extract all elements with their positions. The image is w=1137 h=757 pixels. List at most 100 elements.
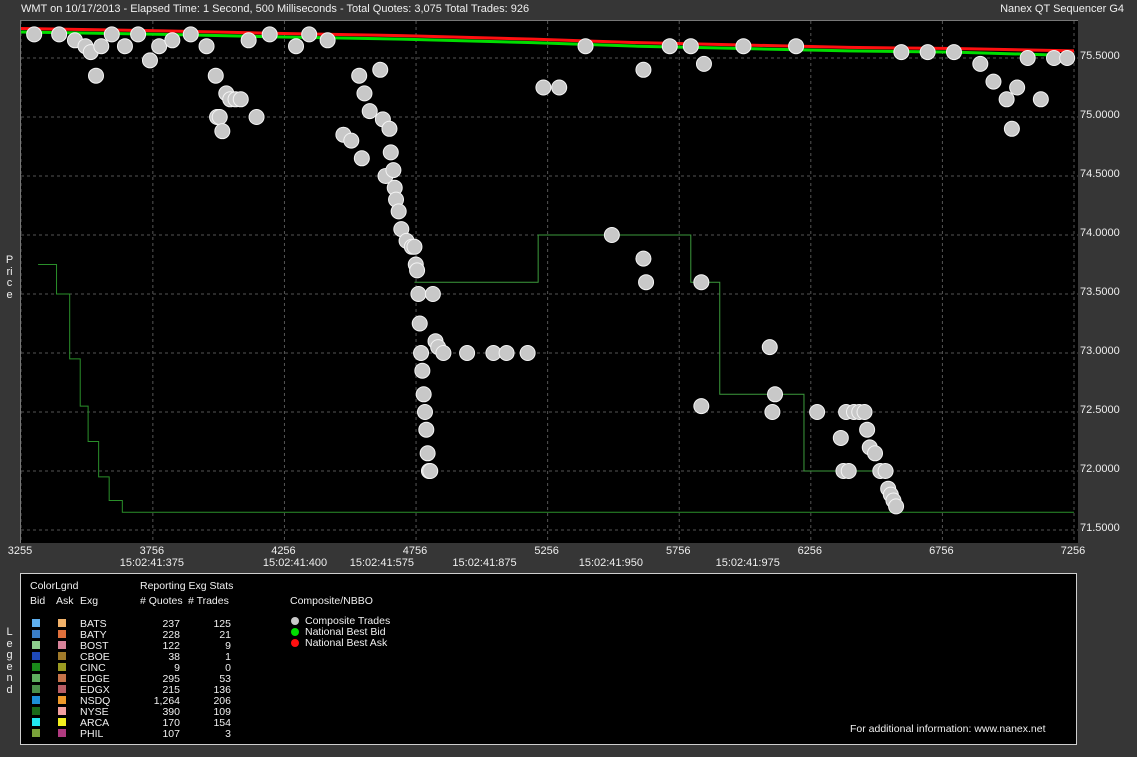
trade-point — [414, 362, 431, 379]
trade-point — [93, 38, 110, 55]
trade-count: 3 — [225, 728, 231, 740]
bid-swatch — [32, 685, 40, 693]
bid-swatch — [32, 619, 40, 627]
trade-point — [232, 91, 249, 108]
trade-point — [422, 463, 439, 479]
trade-point — [130, 26, 147, 43]
ask-swatch — [58, 696, 66, 704]
trade-point — [893, 44, 910, 61]
trade-point — [413, 345, 430, 361]
trade-point — [840, 463, 857, 479]
bid-swatch — [32, 652, 40, 660]
trade-point — [301, 26, 318, 43]
trade-point — [809, 404, 826, 420]
trade-point — [1003, 120, 1020, 137]
trade-point — [661, 38, 678, 55]
x-time-label: 15:02:41:950 — [578, 557, 643, 569]
trade-point — [351, 67, 368, 84]
trade-point — [207, 67, 224, 84]
trade-point — [410, 286, 427, 302]
trade-point — [141, 52, 158, 69]
trade-point — [411, 315, 428, 332]
trade-point — [535, 79, 552, 96]
trade-point — [985, 73, 1002, 90]
legend-side-label: Legend — [6, 626, 13, 696]
trade-point — [1009, 79, 1026, 96]
legend-color-header: ColorLgnd — [30, 580, 79, 592]
trade-point — [1032, 91, 1049, 108]
ask-swatch — [58, 729, 66, 737]
trade-point — [459, 345, 476, 361]
x-tick-label: 3255 — [7, 545, 33, 557]
price-chart — [21, 21, 1078, 543]
series-nsdq — [38, 264, 1074, 513]
y-tick-label: 74.0000 — [1080, 227, 1120, 239]
trade-point — [361, 103, 378, 120]
trade-point — [767, 386, 784, 403]
trade-point — [214, 123, 231, 140]
trade-point — [343, 132, 360, 149]
x-tick-label: 6256 — [797, 545, 823, 557]
y-axis-label: Price — [5, 254, 14, 301]
trade-point — [415, 386, 432, 403]
y-tick-label: 74.5000 — [1080, 168, 1120, 180]
legend-stats-header: Reporting Exg Stats — [140, 580, 234, 592]
x-time-label: 15:02:41:375 — [119, 557, 184, 569]
trade-point — [635, 61, 652, 78]
plot-area — [20, 20, 1078, 543]
trade-point — [382, 144, 399, 161]
trade-point — [998, 91, 1015, 108]
trade-point — [390, 203, 407, 220]
trade-point — [103, 26, 120, 43]
bid-swatch — [32, 663, 40, 671]
bid-swatch — [32, 696, 40, 704]
x-tick-label: 5256 — [534, 545, 559, 557]
trade-point — [385, 162, 402, 179]
trade-point — [418, 421, 435, 438]
chart-title: WMT on 10/17/2013 - Elapsed Time: 1 Seco… — [21, 3, 530, 15]
trade-point — [26, 26, 43, 43]
bid-swatch — [32, 718, 40, 726]
legend-ask-header: Ask — [56, 595, 74, 607]
y-tick-label: 75.0000 — [1080, 109, 1120, 121]
trade-point — [1059, 50, 1076, 66]
trade-point — [240, 32, 257, 49]
trade-point — [353, 150, 370, 167]
trade-point — [888, 498, 905, 515]
footer-link-text: For additional information: www.nanex.ne… — [850, 723, 1046, 735]
trade-point — [182, 26, 199, 43]
trade-point — [424, 286, 441, 302]
y-tick-label: 71.5000 — [1080, 522, 1120, 534]
trade-point — [381, 120, 398, 137]
trade-point — [867, 445, 884, 462]
trade-point — [682, 38, 699, 55]
composite-label: National Best Ask — [305, 637, 388, 649]
trade-point — [945, 44, 962, 61]
trade-point — [88, 67, 105, 84]
y-tick-label: 72.0000 — [1080, 463, 1120, 475]
y-tick-label: 72.5000 — [1080, 404, 1120, 416]
trade-point — [409, 262, 426, 279]
trade-point — [248, 109, 265, 125]
trade-point — [519, 345, 536, 361]
x-time-label: 15:02:41:400 — [262, 557, 328, 569]
trade-point — [859, 421, 876, 438]
trade-point — [319, 32, 336, 49]
y-tick-label: 75.5000 — [1080, 50, 1120, 62]
trade-point — [638, 274, 655, 291]
legend-exg-header: Exg — [80, 595, 99, 607]
trade-point — [288, 38, 305, 55]
trade-point — [919, 44, 936, 61]
composite-marker — [291, 628, 299, 636]
trade-point — [972, 55, 989, 72]
ask-swatch — [58, 718, 66, 726]
trade-point — [635, 250, 652, 267]
trade-point — [856, 404, 873, 420]
trade-point — [764, 404, 781, 420]
composite-marker — [291, 617, 299, 625]
bid-swatch — [32, 674, 40, 682]
quote-count: 107 — [162, 728, 180, 740]
product-name: Nanex QT Sequencer G4 — [1000, 3, 1124, 15]
trade-point — [877, 463, 894, 479]
trade-point — [603, 227, 620, 243]
